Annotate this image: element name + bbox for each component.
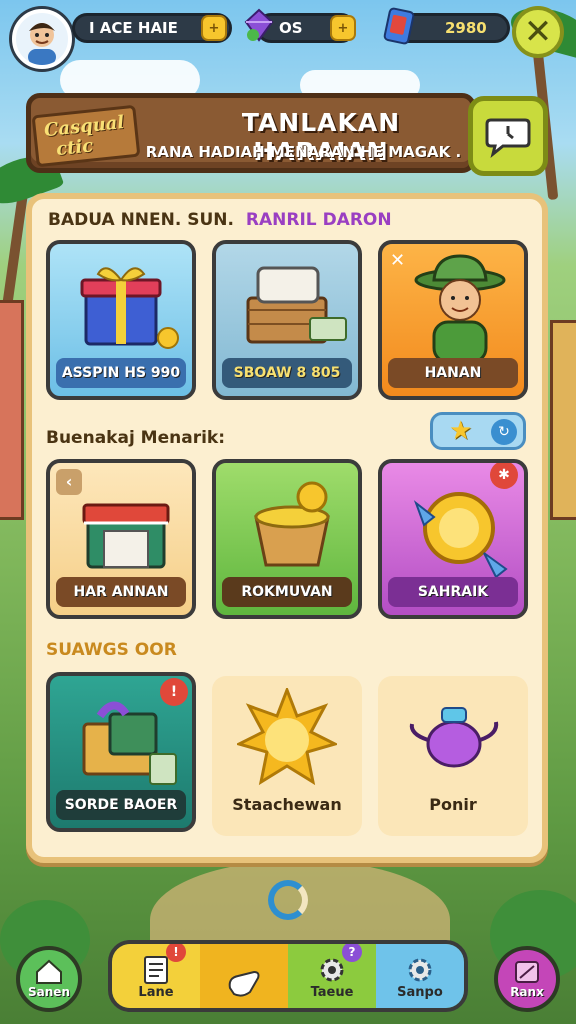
sun-gem-icon: [413, 492, 508, 579]
currency-count: 2980: [445, 19, 487, 37]
star-filter-button[interactable]: ★ ↻: [430, 412, 526, 450]
notes-icon: [144, 956, 168, 984]
banner-subtitle: RANA HADIAH MENARAN HE MAGAK .: [145, 143, 462, 161]
shop-stall-icon: [82, 503, 170, 569]
nav-label: Taeue: [310, 985, 354, 1000]
close-x-icon: ✕: [390, 250, 406, 271]
home-button[interactable]: Sanen: [16, 946, 82, 1012]
reward-card-sun[interactable]: ✱ SAHRAIK: [378, 459, 528, 619]
card-label: HAR ANNAN: [56, 577, 186, 607]
coin-pot-icon: [254, 481, 330, 567]
reward-card-lamp: Ponir: [378, 676, 528, 836]
reward-card-shop[interactable]: ‹ HAR ANNAN: [46, 459, 196, 619]
house-right: [550, 320, 576, 520]
reward-card-sunburst: Staachewan: [212, 676, 362, 836]
nav-badge: ?: [342, 944, 362, 962]
scroll-chest-icon: [246, 266, 347, 344]
magic-lamp-icon: [409, 707, 499, 768]
reward-card-bundle[interactable]: ! SORDE BAOER: [46, 672, 196, 832]
daily-title-b: RANRIL DARON: [245, 210, 392, 230]
home-icon: [36, 959, 62, 984]
house-left: [0, 300, 24, 520]
rank-label: Ranx: [510, 985, 544, 999]
arrow-icon: ↻: [491, 419, 517, 445]
daily-title-a: BADUA NNEN. SUN.: [48, 210, 234, 230]
nav-label: Lane: [138, 985, 174, 1000]
sun-icon: [237, 688, 337, 786]
nav-label: Sanpo: [397, 985, 443, 1000]
nav-item-lane[interactable]: ! Lane: [112, 944, 200, 1008]
card-label: ROKMUVAN: [222, 577, 352, 607]
reward-card-gift[interactable]: ASSPIN HS 990: [46, 240, 196, 400]
daily-section-title: BADUA NNEN. SUN. RANRIL DARON: [48, 210, 392, 230]
glove-icon: [228, 970, 260, 997]
gift-bundle-icon: [82, 701, 177, 785]
gear-icon: [320, 958, 344, 982]
add-gems-button[interactable]: +: [330, 15, 356, 41]
chat-button[interactable]: [468, 96, 548, 176]
special-section-title: Buenakaj Menarik:: [46, 428, 226, 448]
reward-card-pot[interactable]: ROKMUVAN: [212, 459, 362, 619]
nav-badge: !: [166, 944, 186, 962]
close-button[interactable]: ✕: [512, 6, 564, 58]
rank-button[interactable]: Ranx: [494, 946, 560, 1012]
card-label: SBOAW 8 805: [222, 358, 352, 388]
reward-card-character[interactable]: ✕ HANAN: [378, 240, 528, 400]
card-label: SAHRAIK: [388, 577, 518, 607]
card-label: Ponir: [429, 795, 477, 814]
nav-item-sanpo[interactable]: Sanpo: [376, 944, 464, 1008]
home-label: Sanen: [28, 985, 70, 999]
rank-icon: [515, 961, 539, 983]
gift-box-icon: [80, 267, 179, 349]
card-label: HANAN: [388, 358, 518, 388]
gem-icon: [244, 8, 274, 46]
settings-icon: [408, 958, 432, 982]
explorer-character-icon: [414, 254, 506, 362]
bottom-nav: ! Lane ? Taeue Sanpo: [108, 940, 468, 1012]
player-name: I ACE HAIE: [89, 19, 178, 37]
reward-card-chest[interactable]: SBOAW 8 805: [212, 240, 362, 400]
avatar[interactable]: [12, 9, 72, 69]
nav-item-glove[interactable]: [200, 944, 288, 1008]
add-coins-button[interactable]: +: [201, 15, 227, 41]
ticket-icon: [382, 6, 416, 50]
chat-bubble-icon: [485, 118, 531, 158]
gem-count: OS: [279, 19, 303, 37]
card-label: ASSPIN HS 990: [56, 358, 186, 388]
loading-spinner: [268, 880, 308, 920]
other-section-title: SUAWGS OOR: [46, 640, 177, 660]
card-label: Staachewan: [232, 795, 342, 814]
star-icon: ★: [449, 416, 473, 446]
game-logo: Casqual ctic: [31, 104, 141, 168]
card-label: SORDE BAOER: [56, 790, 186, 820]
nav-item-taeue[interactable]: ? Taeue: [288, 944, 376, 1008]
